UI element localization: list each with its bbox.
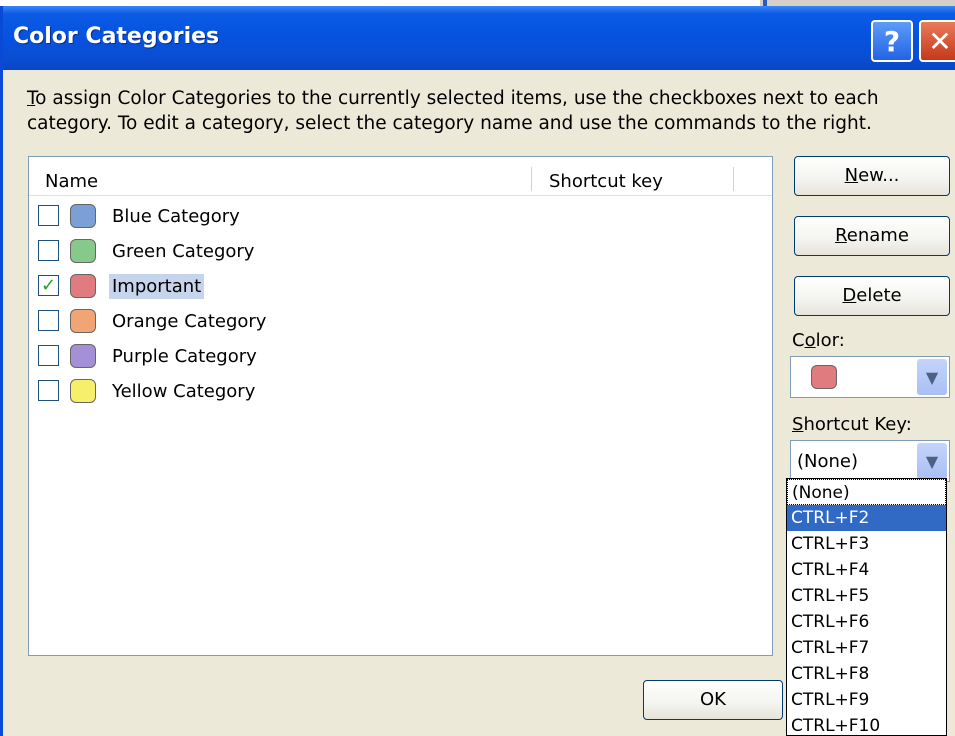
delete-mnemonic: D: [842, 285, 857, 306]
category-name[interactable]: Yellow Category: [109, 379, 258, 404]
color-swatch-icon: [70, 309, 96, 333]
shortcut-key-dropdown[interactable]: (None) CTRL+F2 CTRL+F3 CTRL+F4 CTRL+F5 C…: [786, 478, 947, 736]
shortcut-option[interactable]: CTRL+F9: [787, 687, 946, 713]
color-swatch-icon: [70, 344, 96, 368]
instructions-line-2: category. To edit a category, select the…: [27, 113, 872, 134]
ok-button[interactable]: OK: [643, 680, 783, 720]
selected-color-swatch-icon: [811, 365, 837, 389]
category-checkbox[interactable]: [38, 345, 59, 366]
column-divider[interactable]: [733, 167, 737, 191]
category-row-blue[interactable]: Blue Category: [37, 201, 737, 235]
column-header-name[interactable]: Name: [45, 171, 98, 192]
shortcut-option[interactable]: CTRL+F8: [787, 661, 946, 687]
rename-button[interactable]: Rename: [794, 216, 950, 256]
color-swatch-icon: [70, 379, 96, 403]
instructions-line-1: o assign Color Categories to the current…: [35, 88, 879, 109]
column-header-shortcut[interactable]: Shortcut key: [549, 171, 663, 192]
shortcut-option[interactable]: CTRL+F10: [787, 713, 946, 735]
color-picker[interactable]: ▼: [790, 356, 950, 398]
category-name[interactable]: Orange Category: [109, 309, 269, 334]
close-icon: ✕: [928, 24, 952, 58]
color-mnemonic: o: [804, 330, 816, 351]
new-mnemonic: N: [844, 165, 859, 186]
category-checkbox[interactable]: [38, 240, 59, 261]
chevron-down-icon[interactable]: ▼: [917, 359, 947, 395]
title-bar[interactable]: Color Categories ? ✕: [3, 6, 955, 70]
shortcut-option[interactable]: CTRL+F3: [787, 531, 946, 557]
category-row-orange[interactable]: Orange Category: [37, 306, 737, 340]
delete-button[interactable]: Delete: [794, 276, 950, 316]
category-row-yellow[interactable]: Yellow Category: [37, 376, 737, 410]
category-name[interactable]: Important: [109, 274, 205, 299]
category-name[interactable]: Purple Category: [109, 344, 260, 369]
color-swatch-icon: [70, 204, 96, 228]
shortcut-option[interactable]: (None): [787, 479, 946, 505]
category-list[interactable]: Name Shortcut key Blue Category Green Ca…: [28, 156, 773, 656]
category-checkbox[interactable]: ✓: [38, 275, 59, 296]
category-row-important[interactable]: ✓ Important: [37, 271, 737, 305]
shortcut-option[interactable]: CTRL+F6: [787, 609, 946, 635]
dialog-title: Color Categories: [13, 24, 220, 49]
shortcut-option[interactable]: CTRL+F5: [787, 583, 946, 609]
color-label-post: lor:: [815, 330, 845, 351]
help-button[interactable]: ?: [871, 20, 913, 62]
color-swatch-icon: [70, 239, 96, 263]
rename-mnemonic: R: [835, 225, 847, 246]
close-button[interactable]: ✕: [919, 20, 955, 62]
instructions-mnemonic: T: [27, 88, 36, 109]
shortcut-option[interactable]: CTRL+F2: [787, 505, 946, 531]
shortcut-option[interactable]: CTRL+F4: [787, 557, 946, 583]
rename-label: ename: [846, 225, 909, 246]
category-checkbox[interactable]: [38, 380, 59, 401]
color-swatch-icon: [70, 274, 96, 298]
category-name[interactable]: Blue Category: [109, 204, 243, 229]
shortcut-key-select[interactable]: (None) ▼: [790, 440, 950, 482]
chevron-down-icon[interactable]: ▼: [917, 443, 947, 479]
new-label: ew...: [858, 165, 900, 186]
category-name[interactable]: Green Category: [109, 239, 257, 264]
category-checkbox[interactable]: [38, 205, 59, 226]
color-label: Color:: [792, 330, 845, 351]
column-divider[interactable]: [531, 167, 535, 191]
shortcut-mnemonic: S: [792, 414, 804, 435]
instructions-text: To assign Color Categories to the curren…: [27, 86, 937, 136]
color-label-pre: C: [792, 330, 805, 351]
category-row-green[interactable]: Green Category: [37, 236, 737, 270]
category-row-purple[interactable]: Purple Category: [37, 341, 737, 375]
new-button[interactable]: New...: [794, 156, 950, 196]
delete-label: elete: [856, 285, 902, 306]
shortcut-label-text: hortcut Key:: [803, 414, 912, 435]
shortcut-key-label: Shortcut Key:: [792, 414, 912, 435]
shortcut-option[interactable]: CTRL+F7: [787, 635, 946, 661]
shortcut-key-value: (None): [797, 451, 859, 472]
list-header: Name Shortcut key: [29, 157, 772, 196]
category-checkbox[interactable]: [38, 310, 59, 331]
help-icon: ?: [883, 24, 901, 58]
